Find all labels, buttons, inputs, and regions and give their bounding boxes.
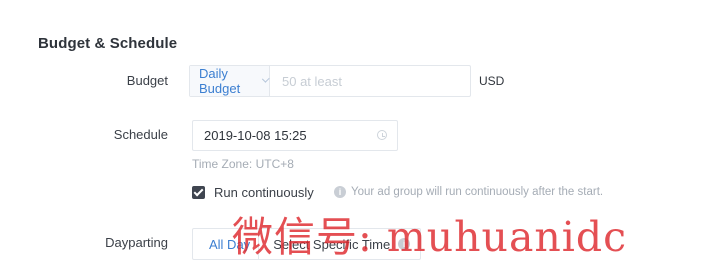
schedule-datetime-value: 2019-10-08 15:25 (204, 128, 307, 143)
budget-type-select[interactable]: Daily Budget (190, 66, 270, 96)
dayparting-option-all-day[interactable]: All Day (193, 229, 258, 259)
run-continuously-checkbox[interactable] (192, 186, 205, 199)
budget-label: Budget (126, 73, 168, 88)
chevron-down-icon (261, 74, 270, 83)
dayparting-option-specific-time-label: Select Specific Time (273, 236, 391, 252)
section-title: Budget & Schedule (38, 35, 178, 52)
budget-amount-input[interactable] (270, 66, 470, 96)
run-continuously-label[interactable]: Run continuously (214, 185, 314, 200)
dayparting-label: Dayparting (105, 235, 168, 250)
timezone-text: Time Zone: UTC+8 (192, 157, 294, 171)
budget-type-value: Daily Budget (199, 66, 241, 96)
info-icon: i (398, 238, 411, 250)
dayparting-option-specific-time[interactable]: Select Specific Time i (258, 229, 420, 259)
clock-icon (377, 130, 387, 140)
run-continuously-hint: Your ad group will run continuously afte… (351, 186, 604, 198)
info-icon: i (334, 186, 346, 198)
currency-label: USD (479, 74, 505, 88)
schedule-datetime-input[interactable]: 2019-10-08 15:25 (192, 120, 398, 151)
budget-input-group: Daily Budget (189, 65, 471, 97)
dayparting-segmented-control: All Day Select Specific Time i (192, 228, 422, 260)
schedule-label: Schedule (113, 127, 168, 142)
